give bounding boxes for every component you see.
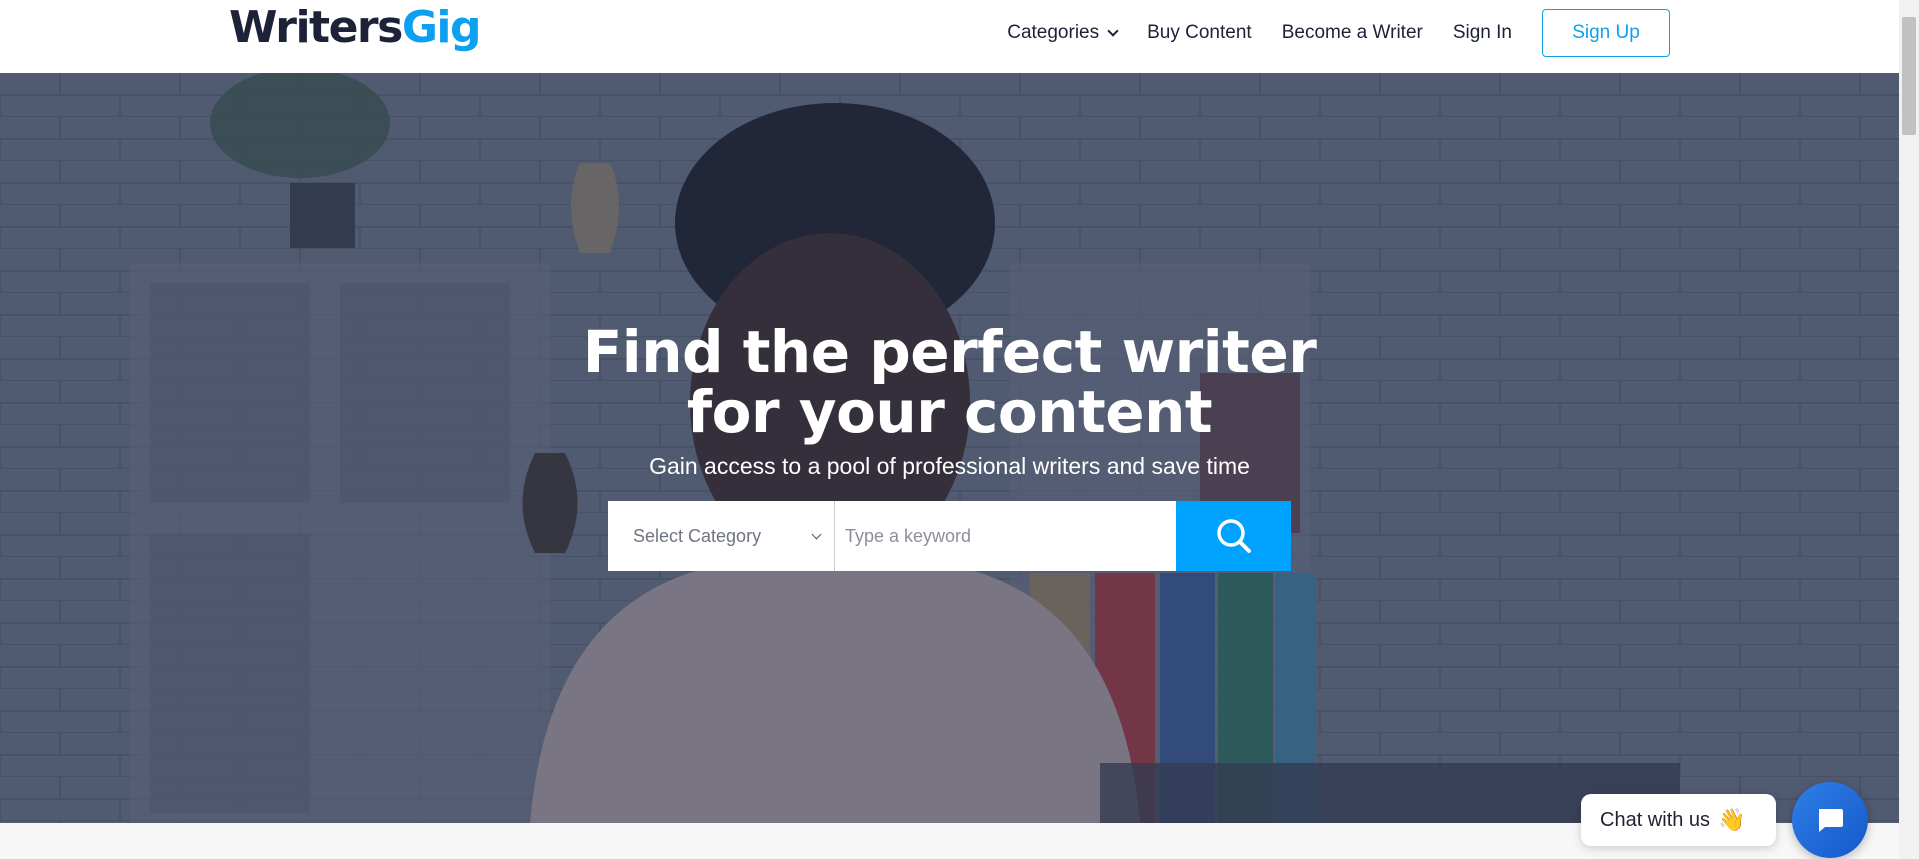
- main-nav: Categories Buy Content Become a Writer S…: [1007, 0, 1899, 66]
- hero-title-line1: Find the perfect writer: [582, 318, 1317, 386]
- page-scrollbar[interactable]: [1899, 0, 1919, 859]
- logo-part-gig: Gig: [401, 1, 482, 53]
- search-bar: Select Category: [608, 501, 1291, 571]
- logo-part-writers: Writers: [229, 1, 403, 53]
- category-select-value: Select Category: [633, 525, 762, 546]
- logo[interactable]: Writers Gig: [229, 0, 482, 54]
- chevron-down-icon: [1107, 24, 1119, 37]
- category-select[interactable]: Select Category: [608, 501, 835, 571]
- chat-with-us-bubble[interactable]: Chat with us 👋: [1581, 794, 1776, 846]
- chat-icon: [1819, 809, 1843, 832]
- nav-sign-in[interactable]: Sign In: [1453, 22, 1512, 44]
- chat-label: Chat with us: [1600, 808, 1711, 831]
- page: Writers Gig Categories Buy Content Become…: [0, 0, 1919, 859]
- search-icon: [1216, 519, 1251, 553]
- chevron-down-icon: [811, 529, 822, 540]
- keyword-input[interactable]: [835, 501, 1176, 571]
- hero-section: Find the perfect writer for your content…: [0, 73, 1899, 823]
- nav-buy-content[interactable]: Buy Content: [1147, 22, 1252, 44]
- scrollbar-thumb[interactable]: [1902, 17, 1916, 135]
- sign-up-button[interactable]: Sign Up: [1542, 9, 1670, 57]
- wave-icon: 👋: [1718, 807, 1746, 832]
- chat-launcher-button[interactable]: [1792, 782, 1868, 858]
- site-header: Writers Gig Categories Buy Content Become…: [0, 0, 1899, 73]
- hero-subtitle: Gain access to a pool of professional wr…: [649, 453, 1250, 479]
- nav-categories-label: Categories: [1007, 22, 1100, 43]
- nav-become-writer[interactable]: Become a Writer: [1282, 22, 1423, 44]
- search-button[interactable]: [1176, 501, 1291, 571]
- nav-categories[interactable]: Categories: [1007, 22, 1119, 44]
- hero-overlay: [0, 73, 1899, 823]
- hero-title-line2: for your content: [686, 378, 1213, 446]
- hero-title: Find the perfect writer for your content: [0, 322, 1899, 442]
